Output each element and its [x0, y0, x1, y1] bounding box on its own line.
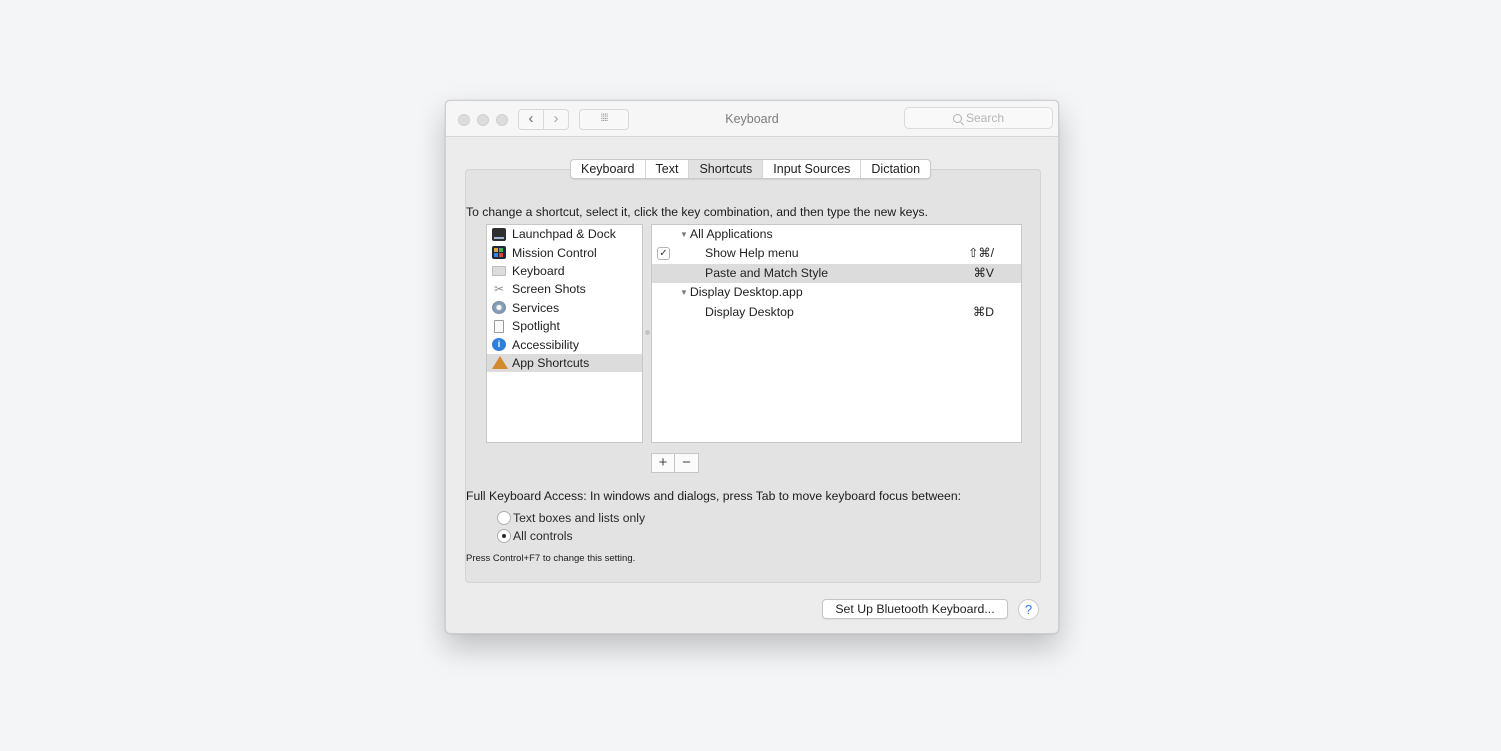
shortcut-row-show-help-menu[interactable]: ✓ Show Help menu ⇧⌘/	[652, 244, 1021, 263]
launchpad-dock-icon	[492, 227, 506, 241]
split-view-handle[interactable]	[645, 330, 650, 335]
category-keyboard[interactable]: Keyboard	[487, 262, 642, 280]
services-gear-icon	[492, 301, 506, 315]
shortcut-list[interactable]: ▼ All Applications ✓ Show Help menu ⇧⌘/ P…	[651, 224, 1022, 443]
tab-bar: Keyboard Text Shortcuts Input Sources Di…	[570, 159, 932, 179]
accessibility-icon: i	[492, 338, 506, 352]
keyboard-icon	[492, 265, 506, 276]
shortcut-keys[interactable]: ⌘D	[973, 303, 994, 322]
category-screen-shots[interactable]: ✂ Screen Shots	[487, 280, 642, 298]
question-mark-icon: ?	[1024, 602, 1033, 617]
category-spotlight[interactable]: Spotlight	[487, 317, 642, 335]
title-bar: ‹ › ⁞⁞⁞⁞ Keyboard Search	[446, 101, 1058, 137]
spotlight-icon	[494, 319, 504, 333]
category-list[interactable]: Launchpad & Dock Mission Control Keyboar…	[486, 224, 643, 443]
search-icon	[952, 114, 962, 123]
checkmark-icon: ✓	[659, 248, 668, 260]
mission-control-icon	[492, 246, 506, 260]
radio-text-boxes-and-lists[interactable]: Text boxes and lists only	[497, 510, 645, 526]
set-up-bluetooth-keyboard-button[interactable]: Set Up Bluetooth Keyboard...	[822, 599, 1008, 619]
radio-button-selected[interactable]	[497, 529, 511, 543]
shortcut-keys[interactable]: ⇧⌘/	[968, 244, 994, 263]
category-mission-control[interactable]: Mission Control	[487, 243, 642, 261]
radio-all-controls[interactable]: All controls	[497, 528, 573, 544]
tab-shortcuts[interactable]: Shortcuts	[689, 160, 764, 178]
help-button[interactable]: ?	[1018, 599, 1039, 620]
category-app-shortcuts[interactable]: App Shortcuts	[487, 353, 642, 373]
category-services[interactable]: Services	[487, 299, 642, 317]
shortcut-keys[interactable]: ⌘V	[974, 264, 995, 283]
shortcut-group-display-desktop[interactable]: ▼ Display Desktop.app	[652, 283, 1021, 302]
radio-button[interactable]	[497, 511, 511, 525]
shortcut-row-paste-and-match-style[interactable]: Paste and Match Style ⌘V	[652, 263, 1021, 284]
tab-text[interactable]: Text	[646, 160, 690, 178]
shortcut-enabled-checkbox[interactable]: ✓	[657, 247, 670, 261]
add-shortcut-button[interactable]: +	[652, 454, 675, 472]
category-launchpad-dock[interactable]: Launchpad & Dock	[487, 225, 642, 243]
app-shortcuts-icon	[492, 356, 508, 370]
disclosure-triangle-icon[interactable]: ▼	[680, 230, 688, 239]
category-accessibility[interactable]: i Accessibility	[487, 335, 642, 353]
control-f7-hint: Press Control+F7 to change this setting.	[466, 553, 636, 564]
shortcut-group-all-applications[interactable]: ▼ All Applications	[652, 225, 1021, 244]
add-remove-control: + −	[651, 453, 699, 473]
instructions-text: To change a shortcut, select it, click t…	[466, 205, 929, 219]
search-placeholder: Search	[965, 111, 1005, 125]
screenshot-icon: ✂	[493, 281, 505, 296]
shortcut-row-display-desktop[interactable]: Display Desktop ⌘D	[652, 303, 1021, 322]
keyboard-preferences-window: ‹ › ⁞⁞⁞⁞ Keyboard Search Keyboard Text S…	[445, 100, 1059, 634]
tab-dictation[interactable]: Dictation	[861, 160, 930, 178]
tab-input-sources[interactable]: Input Sources	[763, 160, 862, 178]
disclosure-triangle-icon[interactable]: ▼	[680, 288, 688, 297]
remove-shortcut-button[interactable]: −	[675, 454, 698, 472]
tab-keyboard[interactable]: Keyboard	[571, 160, 646, 178]
search-field[interactable]: Search	[904, 107, 1053, 129]
full-keyboard-access-label: Full Keyboard Access: In windows and dia…	[466, 489, 961, 503]
